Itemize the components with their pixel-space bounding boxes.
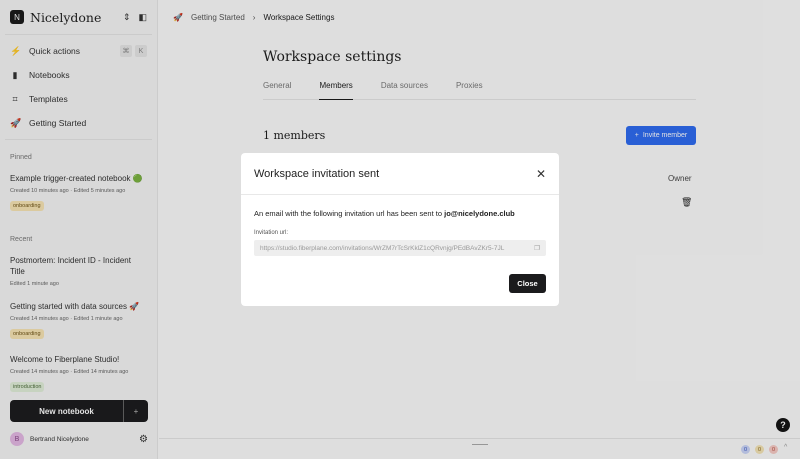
close-button[interactable]: Close (509, 274, 546, 293)
dialog-title: Workspace invitation sent (254, 167, 380, 180)
invitation-url: https://studio.fiberplane.com/invitation… (260, 244, 505, 252)
message-text: An email with the following invitation u… (254, 209, 445, 218)
close-icon[interactable]: ✕ (536, 167, 546, 181)
dialog-message: An email with the following invitation u… (254, 209, 546, 218)
invitation-dialog: Workspace invitation sent ✕ An email wit… (241, 153, 559, 306)
copy-icon[interactable]: ❐ (534, 244, 540, 252)
invitation-url-field[interactable]: https://studio.fiberplane.com/invitation… (254, 240, 546, 256)
url-label: Invitation url: (254, 230, 289, 236)
invitee-email: jo@nicelydone.club (444, 209, 515, 218)
